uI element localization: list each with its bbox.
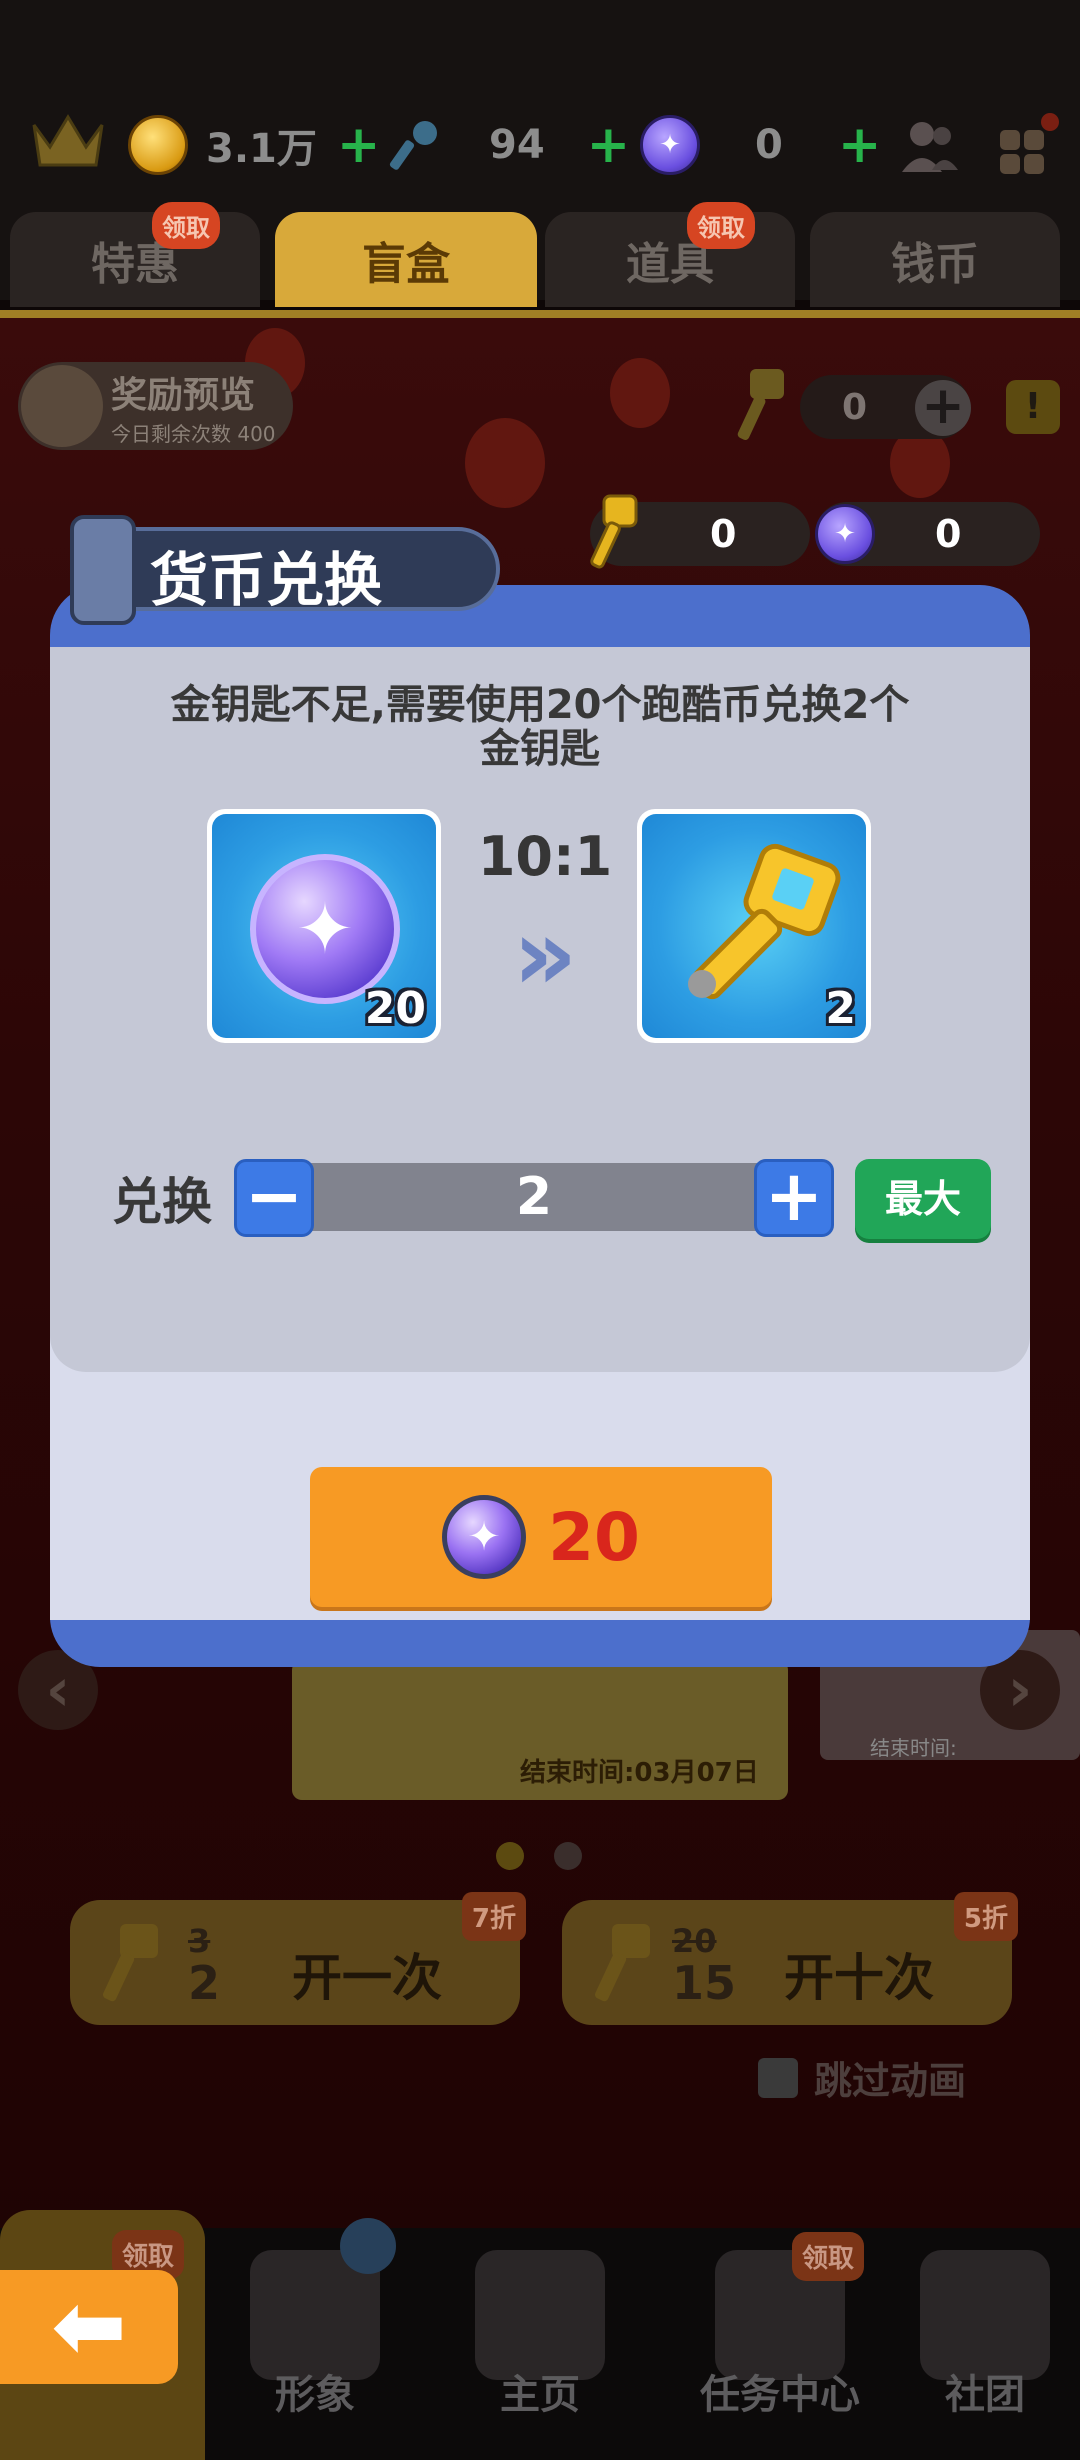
event-end-time: 结束时间:03月07日 (520, 1758, 759, 1788)
from-currency-card: ✦ 20 (207, 809, 441, 1043)
open-ten-label: 开十次 (784, 1949, 934, 2007)
increase-button[interactable]: + (754, 1159, 834, 1237)
claim-badge: 领取 (687, 202, 755, 249)
add-box-key-button[interactable]: + (915, 380, 971, 436)
tab-items[interactable]: 道具 领取 (545, 202, 795, 307)
key-value: 94 (489, 122, 545, 168)
parkour-coin-icon: ✦ (442, 1495, 527, 1579)
nav-item-club[interactable]: 社团 (895, 2240, 1075, 2450)
discount-price: 2 (188, 1956, 221, 2010)
quantity-stepper: 2 − + (234, 1159, 834, 1237)
claim-badge: 领取 (792, 2232, 865, 2281)
menu-grid-icon[interactable] (996, 112, 1064, 176)
cost-value: 20 (548, 1498, 640, 1576)
dialog-content-panel: 金钥匙不足,需要使用20个跑酷币兑换2个金钥匙 ✦ 20 10:1 » 2 兑换… (50, 647, 1030, 1372)
spray-can-icon (70, 515, 136, 625)
parkour-coin-icon: ✦ (640, 115, 700, 175)
exchange-ratio: 10:1 (477, 825, 613, 888)
event-end-time-next: 结束时间: (870, 1736, 957, 1760)
carousel-dot (554, 1842, 582, 1870)
parkour-coin-icon: ✦ (250, 854, 400, 1004)
open-once-button[interactable]: 3 2 开一次 7折 (70, 1892, 526, 2025)
gold-key-icon (594, 1924, 650, 2002)
gold-key-icon (737, 369, 784, 440)
dialog-key-value: 0 (710, 512, 737, 556)
nav-label: 社团 (945, 2372, 1025, 2418)
decrease-button[interactable]: − (234, 1159, 314, 1237)
original-price: 20 (672, 1922, 717, 1960)
dialog-gem-value: 0 (935, 512, 962, 556)
discount-price: 15 (672, 1956, 737, 2010)
box-key-count-value: 0 (842, 386, 868, 428)
parkour-coin-icon: ✦ (815, 504, 875, 564)
club-icon (920, 2250, 1050, 2380)
gold-key-icon (590, 494, 638, 569)
discount-badge: 7折 (461, 1892, 526, 1941)
timer-icon (340, 2218, 396, 2274)
discount-badge: 5折 (953, 1892, 1018, 1941)
reward-preview-button[interactable]: 奖励预览 今日剩余次数 400 (18, 362, 293, 450)
double-chevron-right-icon: » (512, 896, 578, 1013)
dialog-title: 货币兑换 (150, 546, 383, 614)
tab-blind-box[interactable]: 盲盒 (275, 212, 537, 307)
shop-tabs: 特惠 领取 盲盒 道具 领取 钱币 (0, 202, 1080, 312)
nav-label: 任务中心 (700, 2372, 860, 2418)
gold-key-icon (102, 1924, 158, 2002)
add-gems-button[interactable]: + (838, 119, 882, 171)
dialog-title-banner: 货币兑换 (70, 515, 500, 625)
add-coins-button[interactable]: + (337, 119, 381, 171)
tab-label: 盲盒 (362, 238, 450, 290)
from-amount: 20 (364, 983, 426, 1034)
to-currency-card: 2 (637, 809, 871, 1043)
key-icon (389, 121, 437, 170)
crown-icon[interactable] (28, 105, 108, 175)
dialog-body: 金钥匙不足,需要使用20个跑酷币兑换2个金钥匙 ✦ 20 10:1 » 2 兑换… (50, 647, 1030, 1620)
home-map-icon (475, 2250, 605, 2380)
open-once-label: 开一次 (292, 1949, 442, 2007)
coin-icon (128, 115, 188, 175)
skip-animation-toggle[interactable]: 跳过动画 (758, 2050, 966, 2105)
skip-animation-checkbox[interactable] (758, 2057, 798, 2098)
friends-icon[interactable] (900, 118, 960, 174)
reward-preview-title: 奖励预览 (111, 374, 256, 416)
coin-value: 3.1万 (206, 126, 317, 172)
gem-value: 0 (755, 122, 783, 168)
coin-counter: 3.1万 + (128, 110, 380, 180)
back-button[interactable]: ⬅ (0, 2270, 178, 2384)
original-price: 3 (188, 1922, 211, 1960)
nav-item-home[interactable]: 主页 (450, 2240, 630, 2450)
quantity-value[interactable]: 2 (236, 1163, 832, 1231)
tab-specials[interactable]: 特惠 领取 (10, 202, 260, 307)
nav-label: 主页 (500, 2372, 580, 2418)
back-arrow-icon: ⬅ (51, 2274, 127, 2379)
remaining-count: 今日剩余次数 400 (111, 421, 276, 446)
carousel-dot-active (496, 1842, 524, 1870)
dialog-gem-count: ✦ 0 (815, 502, 1040, 566)
to-amount: 2 (825, 983, 856, 1034)
lantern-decoration (465, 418, 545, 508)
lantern-decoration (610, 358, 670, 428)
tab-label: 钱币 (891, 238, 979, 290)
exchange-label: 兑换 (112, 1173, 212, 1231)
tab-currency[interactable]: 钱币 (810, 212, 1060, 307)
help-icon[interactable]: ! (1006, 380, 1060, 434)
gem-counter: ✦ 0 + (640, 110, 881, 180)
open-ten-button[interactable]: 20 15 开十次 5折 (562, 1892, 1018, 2025)
insufficient-keys-message: 金钥匙不足,需要使用20个跑酷币兑换2个金钥匙 (170, 682, 910, 772)
nav-label: 形象 (275, 2372, 355, 2418)
skip-animation-label: 跳过动画 (814, 2059, 967, 2103)
tab-divider (0, 310, 1080, 318)
dialog-key-count: 0 (590, 494, 810, 569)
add-keys-button[interactable]: + (587, 119, 631, 171)
max-button[interactable]: 最大 (855, 1159, 991, 1239)
confirm-exchange-button[interactable]: ✦ 20 (310, 1467, 772, 1607)
gift-icon (21, 365, 103, 447)
claim-badge: 领取 (152, 202, 220, 249)
key-counter: 94 + (385, 110, 630, 180)
currency-exchange-dialog: 金钥匙不足,需要使用20个跑酷币兑换2个金钥匙 ✦ 20 10:1 » 2 兑换… (50, 585, 1030, 1667)
